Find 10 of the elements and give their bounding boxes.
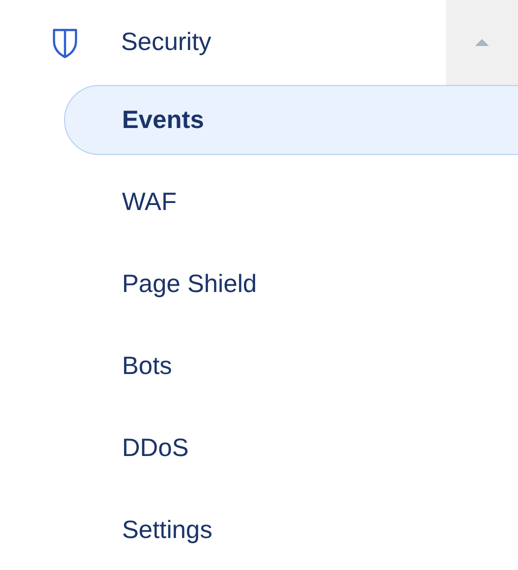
nav-item[interactable]: WAF bbox=[64, 167, 518, 237]
caret-icon bbox=[474, 38, 490, 47]
nav-item[interactable]: Events bbox=[64, 85, 518, 155]
nav-item[interactable]: Settings bbox=[64, 495, 518, 565]
nav-item[interactable]: Page Shield bbox=[64, 249, 518, 319]
collapse-button[interactable] bbox=[446, 0, 518, 85]
nav-item[interactable]: Bots bbox=[64, 331, 518, 401]
nav-item[interactable]: DDoS bbox=[64, 413, 518, 483]
shield-icon bbox=[52, 26, 78, 58]
section-label[interactable]: Security bbox=[121, 28, 446, 57]
